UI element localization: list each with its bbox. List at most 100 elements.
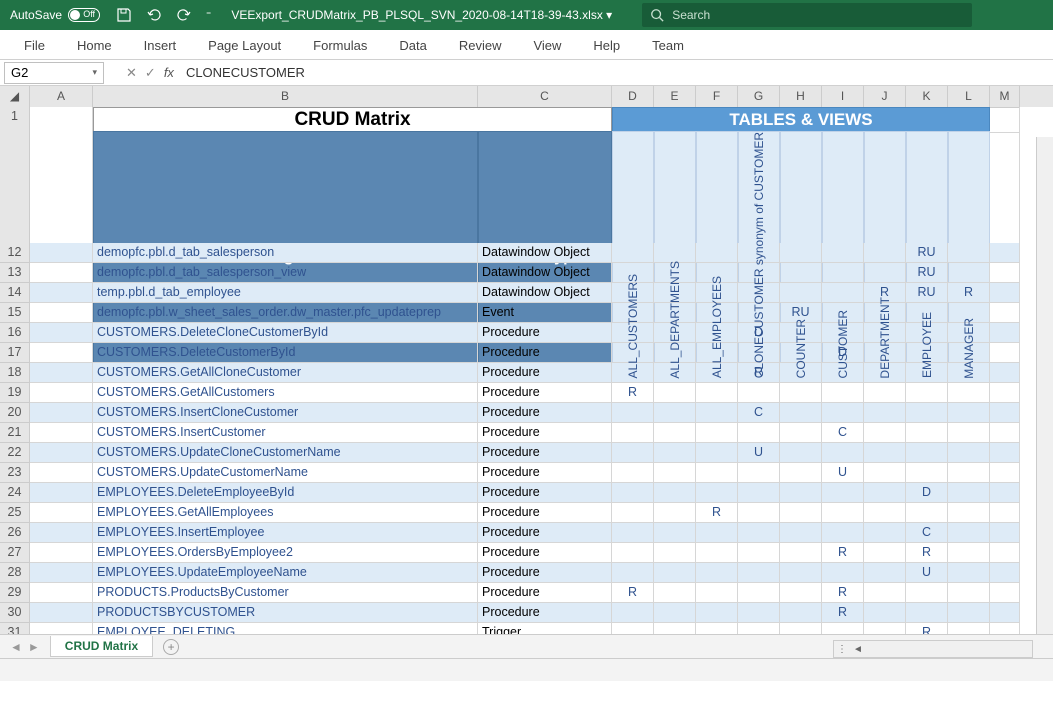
crud-cell[interactable] xyxy=(738,423,780,443)
crud-cell[interactable] xyxy=(780,383,822,403)
qat-dropdown-icon[interactable]: ⁼ xyxy=(206,10,211,21)
crud-cell[interactable] xyxy=(696,423,738,443)
crud-cell[interactable]: RU xyxy=(906,283,948,303)
crud-cell[interactable] xyxy=(654,583,696,603)
crud-cell[interactable] xyxy=(738,603,780,623)
cell[interactable] xyxy=(990,243,1020,263)
item-type-cell[interactable]: Procedure xyxy=(478,323,612,343)
calling-item-cell[interactable]: CUSTOMERS.UpdateCustomerName xyxy=(93,463,478,483)
crud-cell[interactable] xyxy=(780,503,822,523)
row-header[interactable]: 15 xyxy=(0,303,30,323)
crud-cell[interactable] xyxy=(654,503,696,523)
calling-item-cell[interactable]: CUSTOMERS.GetAllCloneCustomer xyxy=(93,363,478,383)
crud-cell[interactable]: C xyxy=(738,403,780,423)
tab-team[interactable]: Team xyxy=(636,32,700,59)
crud-cell[interactable] xyxy=(780,283,822,303)
cell[interactable] xyxy=(30,323,93,343)
calling-item-cell[interactable]: EMPLOYEES.GetAllEmployees xyxy=(93,503,478,523)
crud-cell[interactable] xyxy=(780,563,822,583)
crud-cell[interactable] xyxy=(612,563,654,583)
tables-views-title[interactable]: TABLES & VIEWS xyxy=(612,107,990,133)
crud-cell[interactable]: D xyxy=(906,483,948,503)
tab-review[interactable]: Review xyxy=(443,32,518,59)
crud-cell[interactable] xyxy=(948,243,990,263)
cell[interactable] xyxy=(30,503,93,523)
crud-cell[interactable] xyxy=(696,543,738,563)
crud-cell[interactable] xyxy=(654,603,696,623)
col-header[interactable]: D xyxy=(612,86,654,108)
cell[interactable] xyxy=(30,343,93,363)
crud-cell[interactable] xyxy=(696,523,738,543)
crud-cell[interactable]: R xyxy=(822,583,864,603)
sheet-body[interactable]: 1 CRUD Matrix TABLES & VIEWS 2 Calling I… xyxy=(0,107,1053,641)
crud-cell[interactable] xyxy=(864,523,906,543)
cell[interactable] xyxy=(30,523,93,543)
crud-cell[interactable] xyxy=(822,283,864,303)
crud-cell[interactable] xyxy=(696,603,738,623)
calling-item-cell[interactable]: EMPLOYEES.InsertEmployee xyxy=(93,523,478,543)
crud-cell[interactable] xyxy=(864,483,906,503)
calling-item-cell[interactable]: temp.pbl.d_tab_employee xyxy=(93,283,478,303)
crud-cell[interactable] xyxy=(654,463,696,483)
cell[interactable] xyxy=(30,107,93,133)
row-header[interactable]: 28 xyxy=(0,563,30,583)
crud-cell[interactable] xyxy=(822,243,864,263)
col-header[interactable]: F xyxy=(696,86,738,108)
crud-cell[interactable] xyxy=(948,423,990,443)
cell[interactable] xyxy=(30,263,93,283)
crud-cell[interactable] xyxy=(738,523,780,543)
crud-cell[interactable]: U xyxy=(822,463,864,483)
crud-cell[interactable] xyxy=(948,383,990,403)
crud-cell[interactable] xyxy=(612,543,654,563)
crud-cell[interactable] xyxy=(696,483,738,503)
calling-item-cell[interactable]: CUSTOMERS.DeleteCustomerById xyxy=(93,343,478,363)
crud-cell[interactable] xyxy=(906,463,948,483)
calling-item-cell[interactable]: demopfc.pbl.w_sheet_sales_order.dw_maste… xyxy=(93,303,478,323)
cell[interactable] xyxy=(990,303,1020,323)
cell[interactable] xyxy=(990,463,1020,483)
col-header[interactable]: M xyxy=(990,86,1020,108)
crud-cell[interactable] xyxy=(822,263,864,283)
crud-cell[interactable] xyxy=(948,583,990,603)
crud-cell[interactable] xyxy=(864,403,906,423)
cell[interactable] xyxy=(990,107,1020,133)
redo-icon[interactable] xyxy=(176,7,192,23)
crud-cell[interactable] xyxy=(948,563,990,583)
calling-item-cell[interactable]: demopfc.pbl.d_tab_salesperson xyxy=(93,243,478,263)
crud-cell[interactable] xyxy=(654,443,696,463)
crud-cell[interactable] xyxy=(780,483,822,503)
crud-cell[interactable] xyxy=(738,503,780,523)
cell[interactable] xyxy=(990,283,1020,303)
crud-cell[interactable]: C xyxy=(906,523,948,543)
crud-cell[interactable] xyxy=(906,423,948,443)
sheet-prev-icon[interactable]: ◄ xyxy=(10,640,22,654)
row-header[interactable]: 18 xyxy=(0,363,30,383)
calling-item-cell[interactable]: CUSTOMERS.DeleteCloneCustomerById xyxy=(93,323,478,343)
crud-cell[interactable]: U xyxy=(738,443,780,463)
row-header[interactable]: 23 xyxy=(0,463,30,483)
formula-content[interactable]: CLONECUSTOMER xyxy=(186,65,305,80)
col-header[interactable]: A xyxy=(30,86,93,108)
cell[interactable] xyxy=(990,263,1020,283)
crud-cell[interactable] xyxy=(780,423,822,443)
row-header[interactable]: 1 xyxy=(0,107,30,133)
crud-cell[interactable]: RU xyxy=(906,243,948,263)
crud-cell[interactable]: R xyxy=(696,503,738,523)
cell[interactable] xyxy=(30,383,93,403)
crud-cell[interactable] xyxy=(696,243,738,263)
crud-cell[interactable] xyxy=(738,583,780,603)
crud-cell[interactable]: R xyxy=(822,603,864,623)
crud-cell[interactable] xyxy=(948,403,990,423)
col-header[interactable]: C xyxy=(478,86,612,108)
row-header[interactable]: 12 xyxy=(0,243,30,263)
crud-cell[interactable] xyxy=(822,523,864,543)
crud-cell[interactable] xyxy=(948,603,990,623)
item-type-cell[interactable]: Datawindow Object xyxy=(478,283,612,303)
crud-cell[interactable] xyxy=(948,463,990,483)
tab-page-layout[interactable]: Page Layout xyxy=(192,32,297,59)
item-type-cell[interactable]: Procedure xyxy=(478,343,612,363)
crud-cell[interactable] xyxy=(612,403,654,423)
crud-cell[interactable] xyxy=(654,543,696,563)
row-header[interactable]: 16 xyxy=(0,323,30,343)
calling-item-cell[interactable]: PRODUCTS.ProductsByCustomer xyxy=(93,583,478,603)
